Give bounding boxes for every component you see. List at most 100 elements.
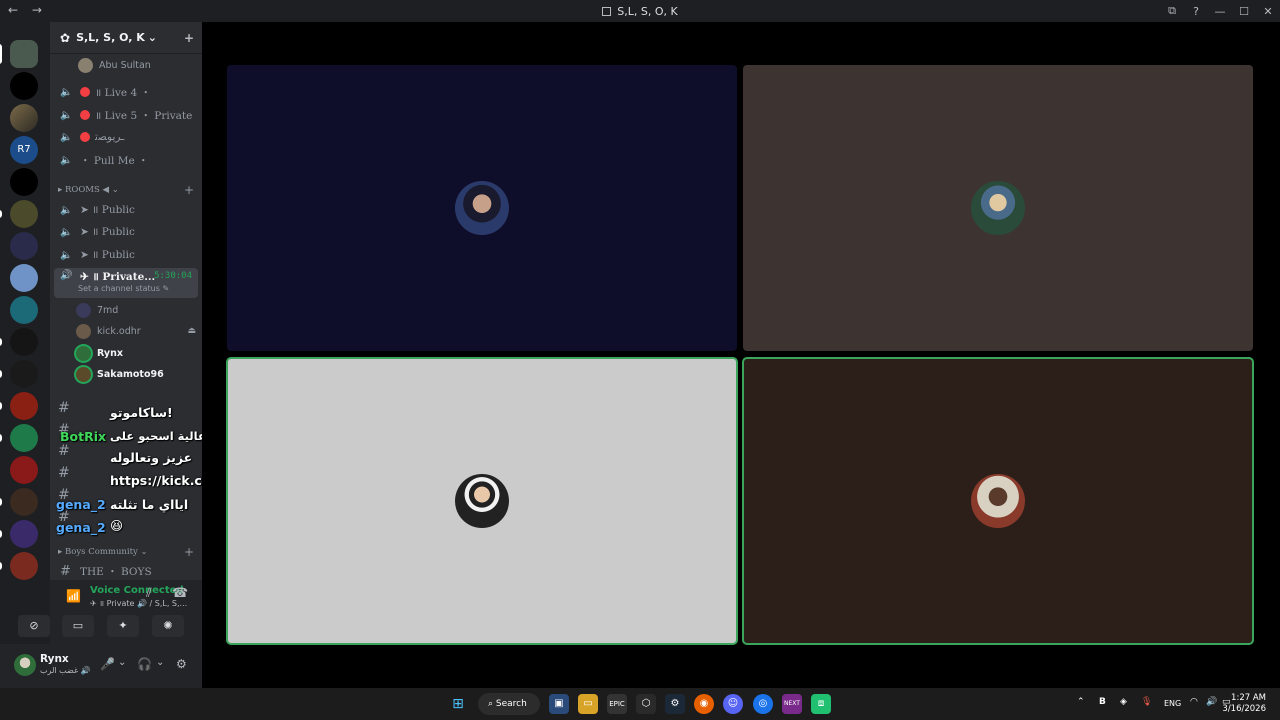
- server-icon[interactable]: [10, 296, 38, 324]
- speaker-icon: 🔈: [60, 204, 73, 216]
- tray-app-icon[interactable]: ◈: [1120, 697, 1127, 707]
- participant-tile[interactable]: [226, 357, 738, 645]
- system-clock[interactable]: 1:27 AM 3/16/2026: [1222, 693, 1266, 715]
- discord-icon[interactable]: ☺: [723, 694, 743, 714]
- app-icon[interactable]: ⧈: [811, 694, 831, 714]
- wifi-icon[interactable]: ◠: [1190, 697, 1198, 707]
- volume-icon[interactable]: 🔊: [1206, 697, 1217, 707]
- server-icon[interactable]: [10, 232, 38, 260]
- server-icon[interactable]: [10, 264, 38, 292]
- channel-label: ➤ ॥ Public: [80, 226, 135, 238]
- activities-button[interactable]: ✦: [107, 615, 139, 637]
- voice-user[interactable]: kick.odhr ⏏: [76, 321, 196, 341]
- language-indicator[interactable]: ENG: [1164, 699, 1181, 708]
- epic-games-icon[interactable]: EPIC: [607, 694, 627, 714]
- tray-chevron-icon[interactable]: ⌃: [1077, 697, 1085, 707]
- voice-channel[interactable]: 🔈 ➤ ॥ Public: [54, 222, 198, 242]
- server-icon[interactable]: [0, 200, 38, 228]
- tray-app-icon[interactable]: B: [1099, 697, 1106, 707]
- voice-channel[interactable]: 🔈 ➤ ॥ Public: [54, 245, 198, 265]
- window-title-text: S,L, S, O, K: [617, 5, 678, 18]
- steam-icon[interactable]: ⚙: [665, 694, 685, 714]
- minimize-button[interactable]: —: [1208, 5, 1232, 18]
- server-icon[interactable]: [0, 360, 38, 388]
- participant-tile[interactable]: [742, 357, 1254, 645]
- user-panel: Rynx غضب الرب 🔊 🎤 ⌄ 🎧 ⌄ ⚙: [0, 644, 202, 688]
- avatar[interactable]: [14, 654, 36, 676]
- add-member-icon[interactable]: +: [184, 31, 194, 45]
- chevron-down-icon[interactable]: ⌄: [118, 657, 126, 668]
- server-icon[interactable]: [0, 424, 38, 452]
- maximize-button[interactable]: ☐: [1232, 5, 1256, 18]
- category-rooms[interactable]: ▸ ROOMS ◀ ⌄ +: [58, 183, 198, 197]
- channel-label: THE ・ BOYS: [80, 565, 152, 578]
- server-icon[interactable]: [0, 328, 38, 356]
- server-icon[interactable]: [0, 488, 38, 516]
- start-menu-icon[interactable]: ⊞: [448, 694, 468, 714]
- voice-channel[interactable]: 🔈 ـﺮﯾﻮﺼﺗ: [54, 127, 198, 147]
- chevron-down-icon[interactable]: ⌄: [156, 657, 164, 668]
- server-icon[interactable]: [0, 392, 38, 420]
- channel-status[interactable]: Set a channel status ✎: [78, 284, 169, 293]
- help-icon[interactable]: ?: [1184, 5, 1208, 18]
- add-channel-icon[interactable]: +: [184, 183, 194, 197]
- store-icon[interactable]: ▣: [549, 694, 569, 714]
- user-name[interactable]: Rynx: [40, 653, 69, 665]
- avatar: [76, 323, 91, 339]
- voice-channel[interactable]: 🔈 ॥ Live 5 ・ Private: [54, 105, 198, 125]
- voice-channel[interactable]: 🔈 ॥ Live 4 ・: [54, 82, 198, 102]
- server-header[interactable]: ✿ S,L, S, O, K ⌄ +: [50, 22, 202, 54]
- participant-tile[interactable]: [227, 65, 737, 351]
- category-boys[interactable]: ▸ Boys Community ⌄ +: [58, 545, 198, 559]
- server-icon[interactable]: [0, 552, 38, 580]
- voice-channel[interactable]: 🔈 ・ Pull Me ・: [54, 150, 198, 170]
- speaker-icon: 🔈: [60, 109, 73, 121]
- screen-icon[interactable]: ⧉: [1160, 4, 1184, 18]
- mic-tray-icon[interactable]: 🎙: [1141, 697, 1152, 707]
- active-voice-channel[interactable]: 🔊 ✈ ॥ Private... 5:30:04 Set a channel s…: [54, 268, 198, 298]
- next-app-icon[interactable]: NEXT: [782, 694, 802, 714]
- voice-user[interactable]: Abu Sultan: [78, 55, 198, 75]
- user-status: غضب الرب 🔊: [40, 666, 91, 675]
- channel-label: ॥ Live 5 ・ Private: [95, 109, 193, 122]
- soundboard-button[interactable]: ✺: [152, 615, 184, 637]
- camera-off-button[interactable]: ⊘: [18, 615, 50, 637]
- taskbar-search[interactable]: ⌕ Search: [478, 693, 540, 715]
- disconnect-icon[interactable]: ☎: [172, 586, 188, 601]
- noise-suppression-icon[interactable]: ⫽: [146, 586, 152, 601]
- server-icon[interactable]: [10, 168, 38, 196]
- headphones-icon[interactable]: 🎧: [137, 657, 152, 671]
- voice-user[interactable]: Sakamoto96: [76, 364, 196, 384]
- server-icon[interactable]: [0, 40, 38, 68]
- server-icon[interactable]: [10, 104, 38, 132]
- server-icon[interactable]: [10, 456, 38, 484]
- participant-tile[interactable]: [743, 65, 1253, 351]
- window-titlebar: ← → S,L, S, O, K ⧉ ? — ☐ ✕: [0, 0, 1280, 22]
- chat-overlay-username: BotRix: [60, 429, 107, 444]
- speaker-icon: 🔈: [60, 226, 73, 238]
- red-dot-icon: [80, 110, 90, 120]
- firefox-icon[interactable]: ◉: [694, 694, 714, 714]
- server-icon[interactable]: R7: [10, 136, 38, 164]
- chrome-icon[interactable]: ◎: [753, 694, 773, 714]
- server-icon[interactable]: [10, 72, 38, 100]
- voice-user[interactable]: 7md: [76, 300, 196, 320]
- server-icon[interactable]: [0, 520, 38, 548]
- add-channel-icon[interactable]: +: [184, 545, 194, 559]
- file-explorer-icon[interactable]: ▭: [578, 694, 598, 714]
- text-channel[interactable]: # THE ・ BOYS: [54, 561, 198, 581]
- speaker-icon: 🔈: [60, 249, 73, 261]
- app-icon[interactable]: ⬡: [636, 694, 656, 714]
- server-badge-icon: ✿: [60, 30, 71, 45]
- avatar: [78, 57, 93, 73]
- microphone-icon[interactable]: 🎤: [100, 657, 115, 671]
- signal-icon[interactable]: 📶: [66, 589, 81, 603]
- voice-channel[interactable]: 🔈 ➤ ॥ Public: [54, 200, 198, 220]
- settings-gear-icon[interactable]: ⚙: [176, 657, 187, 671]
- close-button[interactable]: ✕: [1256, 5, 1280, 18]
- participant-avatar: [455, 474, 509, 528]
- voice-status-title[interactable]: Voice Connected: [90, 585, 184, 596]
- voice-user-name: Sakamoto96: [97, 368, 164, 380]
- screen-share-button[interactable]: ▭: [62, 615, 94, 637]
- voice-user[interactable]: Rynx: [76, 343, 196, 363]
